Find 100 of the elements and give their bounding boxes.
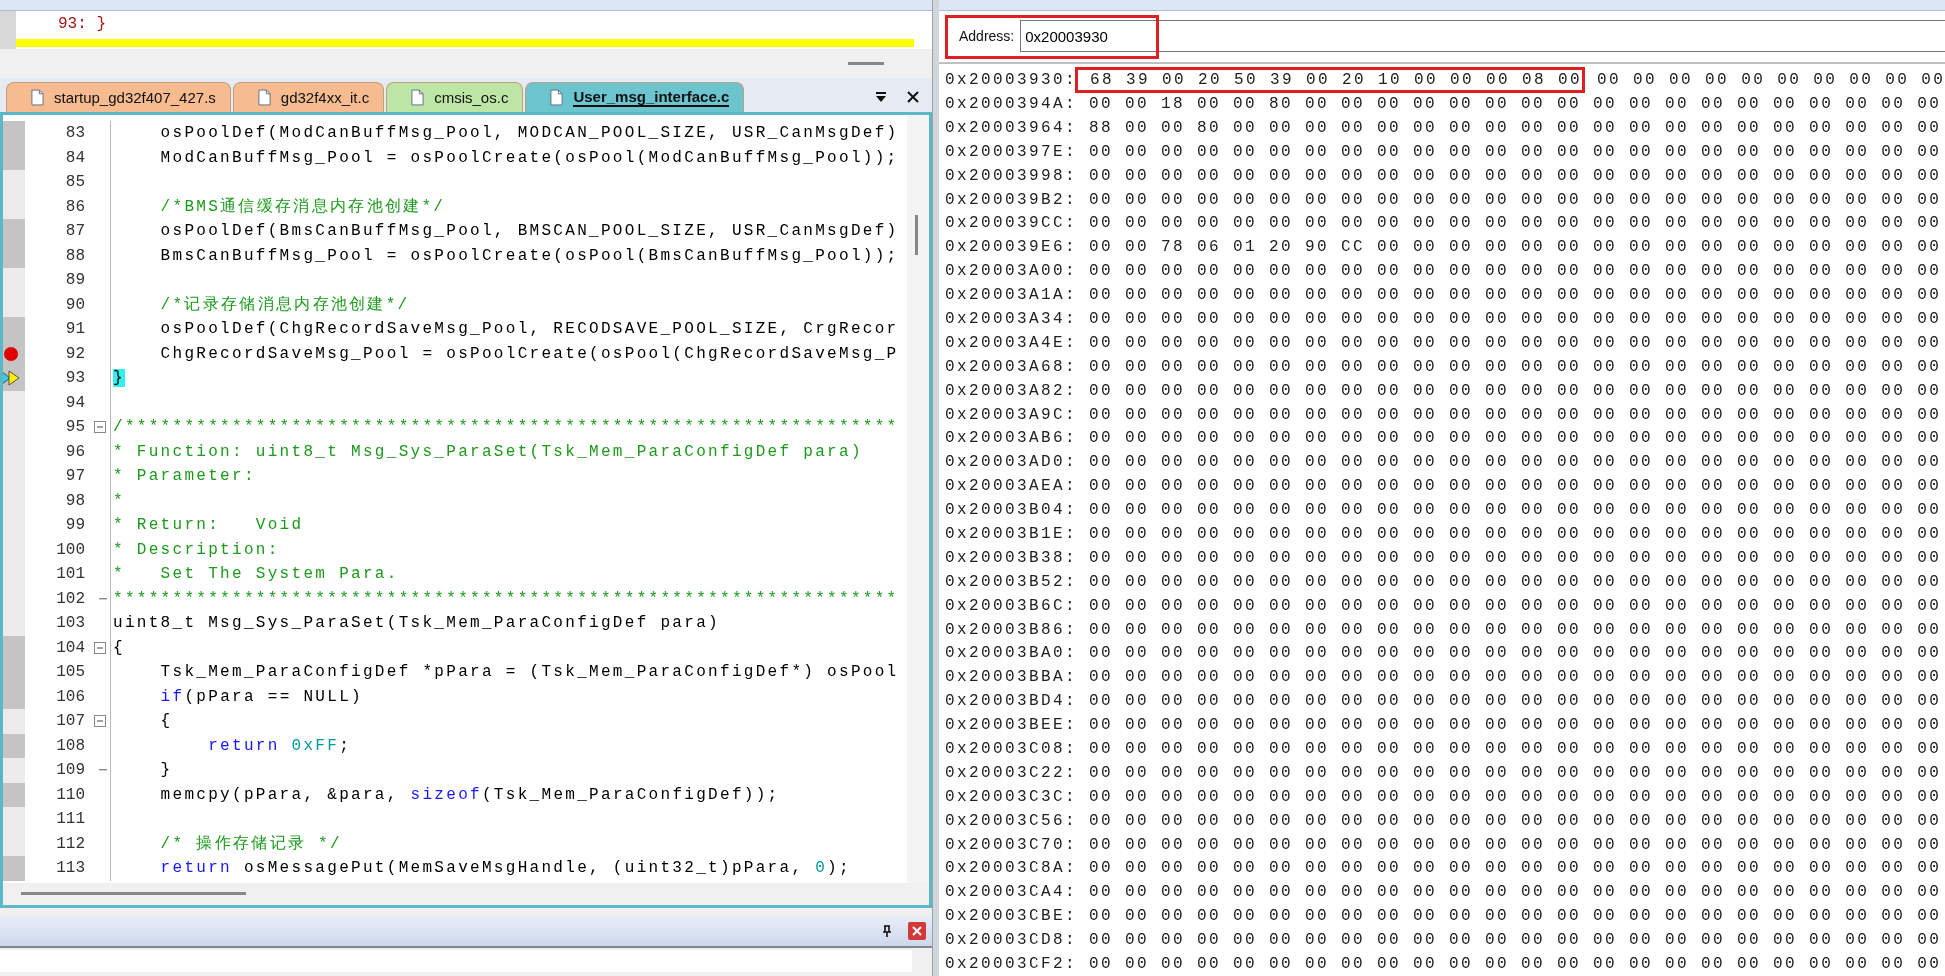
memory-bytes: 00 00 00 00 00 00 00 00 00 00 00 00 00 00 00 00 00 00 00 00 00 00 00 00 [1089, 262, 1942, 281]
memory-bytes: 00 00 00 00 00 00 00 00 00 00 00 00 00 00 00 00 00 00 00 00 00 00 00 00 [1089, 357, 1942, 376]
code-line: * Return: Void [112, 516, 304, 535]
code-line: ModCanBuffMsg_Pool = osPoolCreate(osPool(ModCanBuffMsg_Pool)); [159, 148, 899, 167]
memory-address: 0x200039E6: [945, 238, 1078, 257]
memory-address: 0x20003A00: [945, 262, 1078, 281]
memory-bytes: 00 00 00 00 00 00 00 00 00 00 00 00 00 00 00 00 00 00 00 00 00 00 00 00 [1089, 310, 1942, 328]
memory-bytes: 68 39 00 20 50 39 00 20 10 00 00 00 08 00 [1075, 67, 1586, 94]
memory-bytes: 00 00 00 00 00 00 00 00 00 00 00 00 00 00 00 00 00 00 00 00 00 00 00 00 [1089, 572, 1942, 591]
line-number: 84 [64, 148, 85, 167]
memory-address: 0x20003BA0: [945, 644, 1078, 663]
scrollbar-thumb[interactable] [21, 892, 246, 895]
code-line: * Set The System Para. [112, 565, 399, 584]
memory-address: 0x20003A1A: [945, 286, 1078, 305]
document-icon [257, 89, 271, 106]
code-line: { [159, 712, 173, 731]
code-line: * Parameter: [112, 467, 256, 486]
pin-icon[interactable] [880, 924, 894, 938]
line-number: 109 [55, 761, 85, 780]
memory-bytes: 00 00 00 00 00 00 00 00 00 00 00 00 00 00 00 00 00 00 00 00 00 00 00 00 [1089, 811, 1942, 830]
memory-bytes: 00 00 00 00 00 00 00 00 00 00 00 00 00 00 00 00 00 00 00 00 00 00 00 00 [1089, 859, 1942, 878]
memory-bytes: 88 00 00 80 00 00 00 00 00 00 00 00 00 00 00 00 00 00 00 00 00 00 00 00 [1089, 118, 1942, 137]
line-number: 100 [55, 540, 85, 559]
scrollbar-thumb[interactable] [848, 62, 884, 65]
memory-address: 0x20003B52: [945, 572, 1078, 591]
code-line: { [112, 638, 125, 657]
line-number: 106 [55, 687, 85, 706]
fold-toggle-icon[interactable] [93, 641, 106, 654]
line-number: 98 [64, 491, 85, 510]
memory-address: 0x20003B04: [945, 501, 1078, 520]
code-line: memcpy(pPara, &para, sizeof(Tsk_Mem_ParaConfigDef)); [159, 785, 780, 804]
fold-toggle-icon[interactable] [93, 421, 106, 434]
memory-address: 0x20003CA4: [945, 883, 1078, 902]
file-tab[interactable]: gd32f4xx_it.c [232, 82, 385, 112]
fold-toggle-icon[interactable] [93, 715, 106, 728]
memory-address: 0x20003AB6: [945, 429, 1078, 448]
memory-address: 0x20003CF2: [945, 955, 1078, 974]
line-number: 85 [64, 173, 85, 192]
code-line: return osMessagePut(MemSaveMsgHandle, (uint32_t)pPara, 0); [159, 859, 851, 878]
code-line: } [159, 761, 173, 780]
line-number: 108 [55, 736, 85, 755]
memory-address: 0x20003B6C: [945, 596, 1078, 615]
document-icon [31, 89, 44, 106]
memory-address: 0x20003B1E: [945, 525, 1078, 543]
memory-bytes: 00 00 00 00 00 00 00 00 00 00 00 00 00 00 00 00 00 00 00 00 00 00 00 00 [1089, 668, 1942, 687]
file-tab[interactable]: User_msg_interface.c [525, 82, 745, 112]
code-line: uint8_t Msg_Sys_ParaSet(Tsk_Mem_ParaConfigDef para) [112, 614, 720, 633]
code-line: /***************************************************************** [112, 418, 899, 437]
memory-address: 0x200039B2: [945, 190, 1078, 209]
memory-address: 0x20003C08: [945, 740, 1078, 759]
breakpoint-icon[interactable] [3, 345, 19, 362]
code-line: ChgRecordSaveMsg_Pool = osPoolCreate(osPool(ChgRecordSaveMsg_P [159, 344, 899, 363]
line-number: 105 [55, 663, 85, 682]
memory-address: 0x20003AEA: [945, 477, 1078, 496]
memory-address: 0x2000397E: [945, 142, 1078, 161]
memory-address: 0x20003C70: [945, 835, 1078, 854]
memory-bytes: 00 00 00 00 00 00 00 00 00 00 [1597, 71, 1945, 90]
memory-address: 0x20003B86: [945, 620, 1078, 639]
memory-bytes: 00 00 00 00 00 00 00 00 00 00 00 00 00 00 00 00 00 00 00 00 00 00 00 00 [1089, 405, 1942, 424]
file-tab[interactable]: cmsis_os.c [386, 82, 524, 112]
address-field[interactable]: 0x20003930 [1020, 20, 1945, 53]
line-number: 83 [64, 124, 85, 143]
close-icon[interactable] [906, 90, 920, 104]
memory-bytes: 00 00 00 00 00 00 00 00 00 00 00 00 00 00 00 00 00 00 00 00 00 00 00 00 [1089, 286, 1942, 305]
memory-bytes: 00 00 00 00 00 00 00 00 00 00 00 00 00 00 00 00 00 00 00 00 00 00 00 00 [1089, 190, 1942, 209]
line-number: 92 [64, 344, 85, 363]
code-line: /*BMS通信缓存消息内存池创建*/ [159, 196, 446, 218]
memory-bytes: 00 00 00 00 00 00 00 00 00 00 00 00 00 00 00 00 00 00 00 00 00 00 00 00 [1089, 333, 1942, 352]
line-number: 112 [55, 834, 85, 853]
line-number: 93 [64, 369, 85, 388]
line-number: 89 [64, 271, 85, 290]
memory-bytes: 00 00 00 00 00 00 00 00 00 00 00 00 00 00 00 00 00 00 00 00 00 00 00 00 [1089, 931, 1942, 950]
scrollbar-thumb[interactable] [915, 215, 918, 255]
memory-bytes: 00 00 00 00 00 00 00 00 00 00 00 00 00 00 00 00 00 00 00 00 00 00 00 00 [1089, 907, 1942, 926]
line-number: 87 [64, 222, 85, 241]
memory-bytes: 00 00 78 06 01 20 90 CC 00 00 00 00 00 00 00 00 00 00 00 00 00 00 00 00 [1089, 238, 1942, 257]
memory-bytes: 00 00 00 00 00 00 00 00 00 00 00 00 00 00 00 00 00 00 00 00 00 00 00 00 [1089, 381, 1942, 400]
code-line: * Function: uint8_t Msg_Sys_ParaSet(Tsk_Mem_ParaConfigDef para) [112, 442, 863, 461]
line-number: 95 [64, 418, 85, 437]
line-number: 97 [64, 467, 85, 486]
memory-address: 0x20003BD4: [945, 692, 1078, 711]
memory-address: 0x20003C8A: [945, 859, 1078, 878]
line-number: 113 [55, 859, 85, 878]
memory-address: 0x20003BEE: [945, 716, 1078, 735]
line-number: 90 [64, 295, 85, 314]
memory-bytes: 00 00 00 00 00 00 00 00 00 00 00 00 00 00 00 00 00 00 00 00 00 00 00 00 [1089, 166, 1942, 185]
memory-address: 0x200039CC: [945, 214, 1078, 233]
line-number: 91 [64, 320, 85, 339]
memory-address: 0x20003A4E: [945, 333, 1078, 352]
line-number: 94 [64, 393, 85, 412]
file-tab[interactable]: startup_gd32f407_427.s [6, 82, 231, 112]
memory-address: 0x20003C3C: [945, 787, 1078, 806]
memory-address: 0x20003BBA: [945, 668, 1078, 687]
memory-bytes: 00 00 00 00 00 00 00 00 00 00 00 00 00 00 00 00 00 00 00 00 00 00 00 00 [1089, 787, 1942, 806]
code-line: return 0xFF; [207, 736, 352, 755]
code-line: osPoolDef(ChgRecordSaveMsg_Pool, RECODSAVE_POOL_SIZE, CrgRecor [159, 320, 899, 339]
line-number: 107 [55, 712, 85, 731]
memory-address: 0x20003B38: [945, 548, 1078, 567]
dropdown-icon[interactable] [874, 90, 888, 104]
memory-address: 0x20003AD0: [945, 453, 1078, 472]
